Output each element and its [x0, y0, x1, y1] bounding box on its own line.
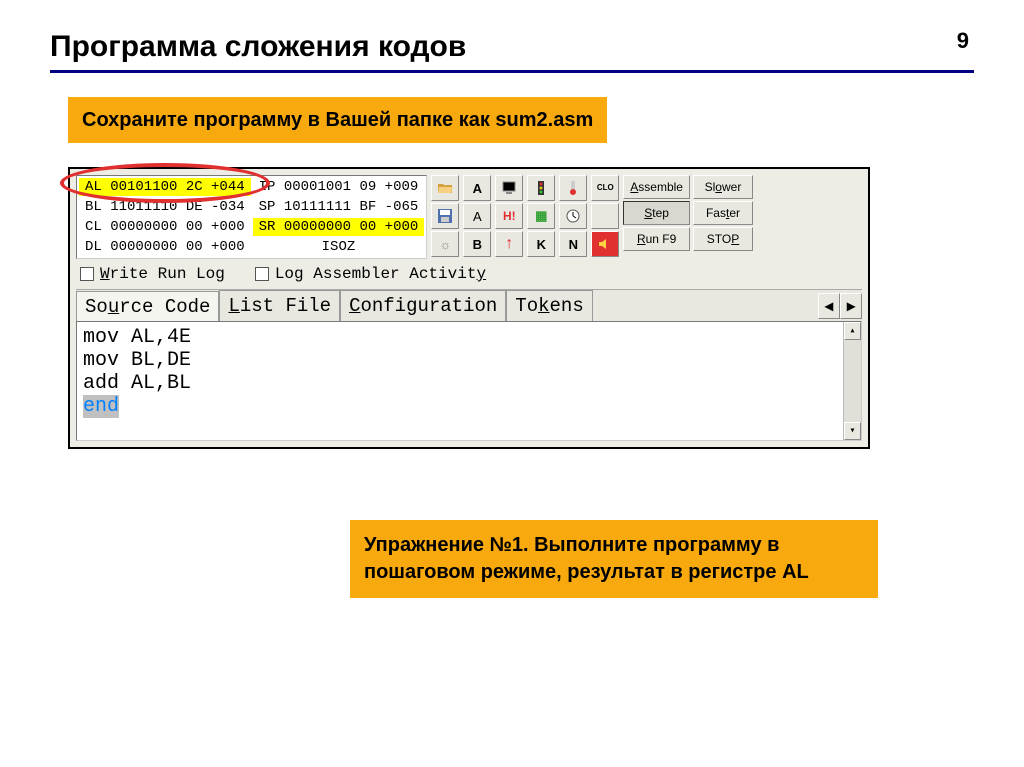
letter-a-icon[interactable]: A: [463, 203, 491, 229]
checkbox-icon: [80, 267, 94, 281]
title-underline: [50, 70, 974, 73]
reg-bl: BL 11011110 DE -034: [79, 198, 251, 216]
tabs-bar: Source Code List File Configuration Toke…: [76, 289, 862, 321]
clock-icon[interactable]: [559, 203, 587, 229]
vertical-scrollbar[interactable]: ▴ ▾: [843, 322, 861, 440]
toolbar-col-6: CLO: [591, 175, 619, 257]
toolbar-col-2: A A B: [463, 175, 491, 257]
page-title: Программа сложения кодов: [50, 30, 974, 64]
page-number: 9: [957, 28, 969, 54]
reg-flags: ISOZ: [253, 238, 425, 256]
instruction-callout: Сохраните программу в Вашей папке как su…: [68, 97, 607, 143]
faster-button[interactable]: Faster: [693, 201, 753, 225]
write-log-checkbox[interactable]: Write Run Log: [80, 265, 225, 283]
scroll-up-icon[interactable]: ▴: [844, 322, 861, 340]
toolbar-col-3: H! ↑: [495, 175, 523, 257]
exercise-callout: Упражнение №1. Выполните программу в пош…: [350, 520, 878, 598]
clo-icon[interactable]: CLO: [591, 175, 619, 201]
reg-al: AL 00101100 2C +044: [79, 178, 251, 196]
stop-button[interactable]: STOP: [693, 227, 753, 251]
code-line: mov BL,DE: [83, 349, 855, 372]
reg-dl: DL 00000000 00 +000: [79, 238, 251, 256]
letter-n-icon[interactable]: N: [559, 231, 587, 257]
reg-sp: SP 10111111 BF -065: [253, 198, 425, 216]
letter-k-icon[interactable]: K: [527, 231, 555, 257]
tab-tokens[interactable]: Tokens: [506, 290, 592, 321]
log-assembler-checkbox[interactable]: Log Assembler Activity: [255, 265, 486, 283]
tab-configuration[interactable]: Configuration: [340, 290, 506, 321]
register-table: AL 00101100 2C +044 IP 00001001 09 +009 …: [76, 175, 427, 259]
simulator-window: AL 00101100 2C +044 IP 00001001 09 +009 …: [68, 167, 870, 449]
toolbar-col-5: N: [559, 175, 587, 257]
letter-b-icon[interactable]: B: [463, 231, 491, 257]
letter-a-bold-icon[interactable]: A: [463, 175, 491, 201]
open-icon[interactable]: [431, 175, 459, 201]
source-code-editor[interactable]: mov AL,4E mov BL,DE add AL,BL end ▴ ▾: [76, 321, 862, 441]
code-line: mov AL,4E: [83, 326, 855, 349]
code-line: add AL,BL: [83, 372, 855, 395]
up-arrow-icon[interactable]: ↑: [495, 231, 523, 257]
monitor-icon[interactable]: [495, 175, 523, 201]
control-buttons: Assemble Step Run F9 Slower Faster STOP: [623, 175, 753, 251]
run-button[interactable]: Run F9: [623, 227, 690, 251]
tab-source-code[interactable]: Source Code: [76, 291, 219, 322]
reg-ip: IP 00001001 09 +009: [253, 178, 425, 196]
checkbox-row: Write Run Log Log Assembler Activity: [76, 259, 862, 289]
assemble-button[interactable]: Assemble: [623, 175, 690, 199]
code-line: end: [83, 395, 855, 418]
toolbar-col-4: ▦ K: [527, 175, 555, 257]
speaker-icon[interactable]: [591, 231, 619, 257]
step-button[interactable]: Step: [623, 201, 690, 225]
reg-sr: SR 00000000 00 +000: [253, 218, 425, 236]
traffic-light-icon[interactable]: [527, 175, 555, 201]
halt-icon[interactable]: H!: [495, 203, 523, 229]
tab-list-file[interactable]: List File: [219, 290, 340, 321]
save-icon[interactable]: [431, 203, 459, 229]
sun-icon[interactable]: ☼: [431, 231, 459, 257]
toolbar-col-1: ☼: [431, 175, 459, 257]
tab-scroll-right-icon[interactable]: ▸: [840, 293, 862, 319]
checkbox-icon: [255, 267, 269, 281]
slower-button[interactable]: Slower: [693, 175, 753, 199]
write-log-label: Write Run Log: [100, 265, 225, 283]
reg-cl: CL 00000000 00 +000: [79, 218, 251, 236]
grid-icon[interactable]: ▦: [527, 203, 555, 229]
log-assembler-label: Log Assembler Activity: [275, 265, 486, 283]
tab-scroll-left-icon[interactable]: ◂: [818, 293, 840, 319]
blank-icon[interactable]: [591, 203, 619, 229]
thermometer-icon[interactable]: [559, 175, 587, 201]
scroll-down-icon[interactable]: ▾: [844, 422, 861, 440]
